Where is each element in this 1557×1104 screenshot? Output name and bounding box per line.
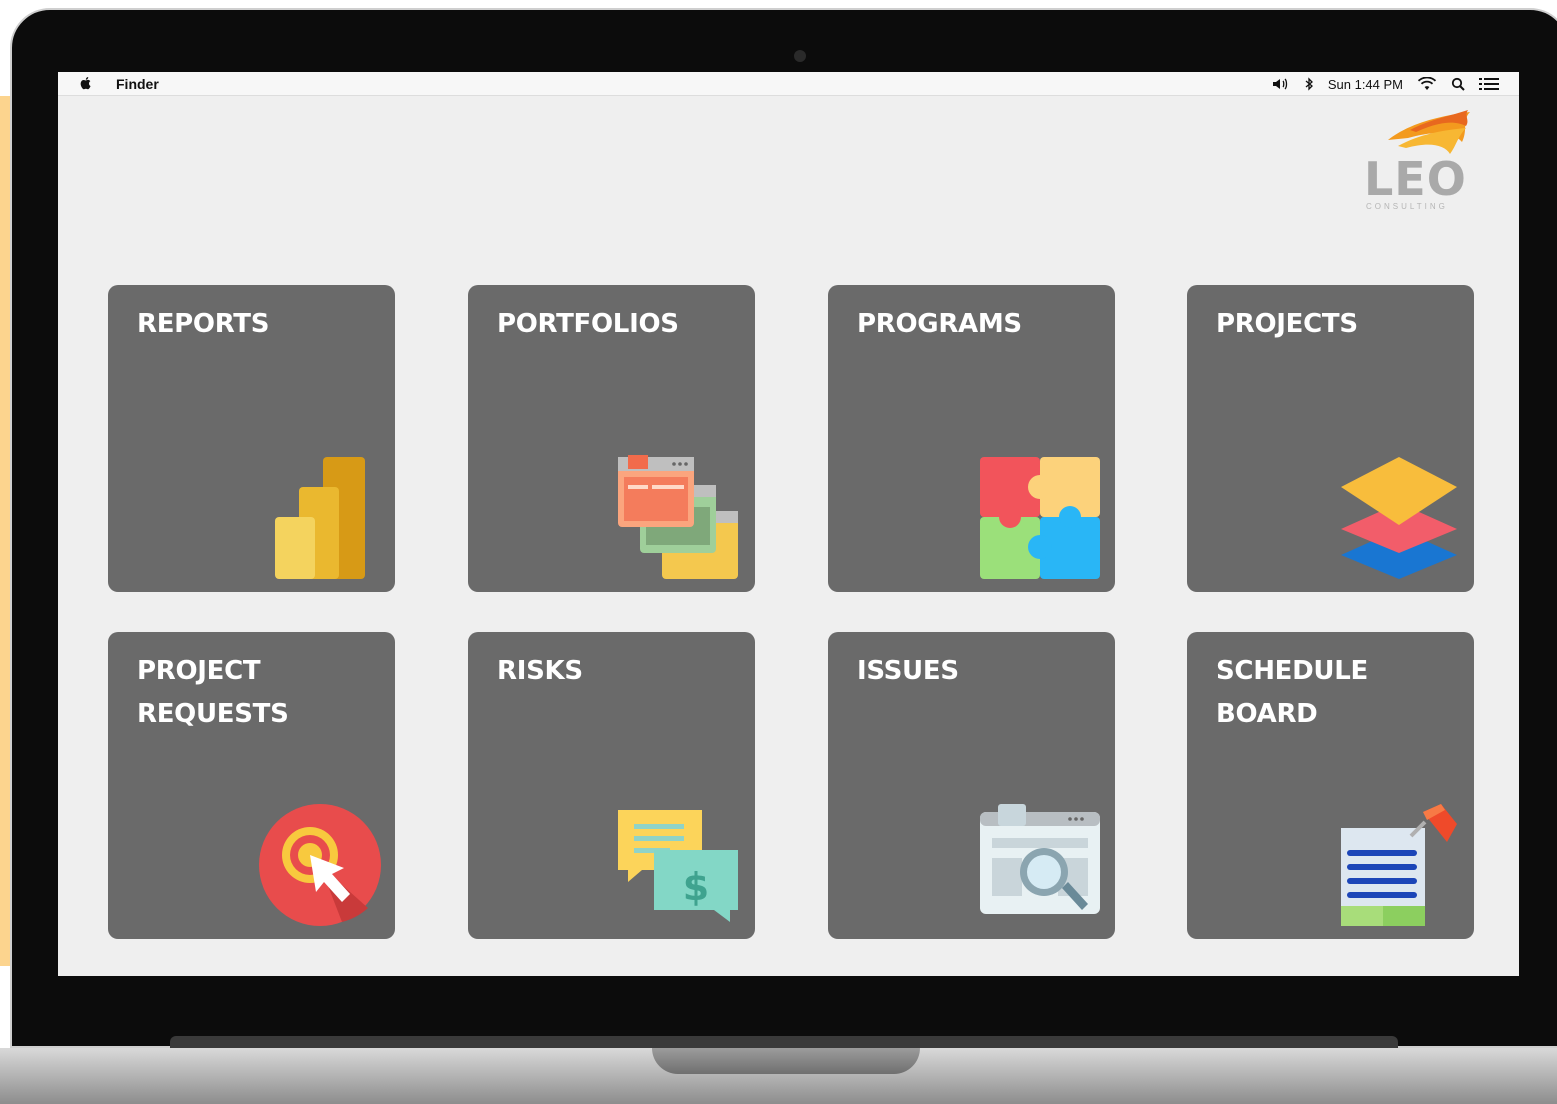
- tile-label: RISKS: [497, 656, 583, 686]
- tile-label: PROJECT REQUESTS: [137, 656, 289, 729]
- menu-bar: Finder Sun 1:44 PM: [58, 72, 1519, 96]
- clock[interactable]: Sun 1:44 PM: [1328, 77, 1403, 92]
- tile-programs[interactable]: PROGRAMS: [828, 285, 1115, 592]
- tile-portfolios[interactable]: PORTFOLIOS: [468, 285, 755, 592]
- document-pin-icon: [1341, 804, 1457, 926]
- logo-text: LEO: [1364, 152, 1467, 206]
- list-icon[interactable]: [1479, 77, 1499, 91]
- laptop-notch: [652, 1048, 920, 1074]
- svg-text:$: $: [683, 865, 709, 909]
- bluetooth-icon[interactable]: [1304, 77, 1314, 91]
- tile-label: REPORTS: [137, 309, 270, 339]
- tile-label: SCHEDULE BOARD: [1216, 656, 1368, 729]
- tile-reports[interactable]: REPORTS: [108, 285, 395, 592]
- browser-search-icon: [980, 804, 1100, 914]
- laptop-hinge: [170, 1036, 1398, 1048]
- layers-icon: [1341, 457, 1457, 579]
- screen: Finder Sun 1:44 PM LEO CONSULTING REPORT…: [58, 72, 1519, 976]
- tile-label: PORTFOLIOS: [497, 309, 679, 339]
- tile-risks[interactable]: RISKS $: [468, 632, 755, 939]
- tile-label: ISSUES: [857, 656, 959, 686]
- tile-label: PROJECTS: [1216, 309, 1358, 339]
- tile-issues[interactable]: ISSUES: [828, 632, 1115, 939]
- windows-stack-icon: [618, 455, 738, 579]
- volume-icon[interactable]: [1272, 77, 1290, 91]
- apple-icon[interactable]: [78, 75, 94, 91]
- chat-dollar-icon: $: [618, 810, 738, 922]
- tile-projects[interactable]: PROJECTS: [1187, 285, 1474, 592]
- target-cursor-icon: [259, 804, 381, 926]
- tile-schedule-board[interactable]: SCHEDULE BOARD: [1187, 632, 1474, 939]
- app-name-menu[interactable]: Finder: [116, 76, 159, 92]
- status-area: Sun 1:44 PM: [1272, 74, 1499, 94]
- company-logo: LEO CONSULTING: [1358, 106, 1478, 216]
- tile-project-requests[interactable]: PROJECT REQUESTS: [108, 632, 395, 939]
- wifi-icon[interactable]: [1417, 77, 1437, 91]
- puzzle-icon: [980, 457, 1100, 579]
- tile-label: PROGRAMS: [857, 309, 1022, 339]
- camera: [794, 50, 806, 62]
- bar-chart-icon: [275, 457, 365, 579]
- logo-subtext: CONSULTING: [1366, 202, 1448, 211]
- search-icon[interactable]: [1451, 77, 1465, 91]
